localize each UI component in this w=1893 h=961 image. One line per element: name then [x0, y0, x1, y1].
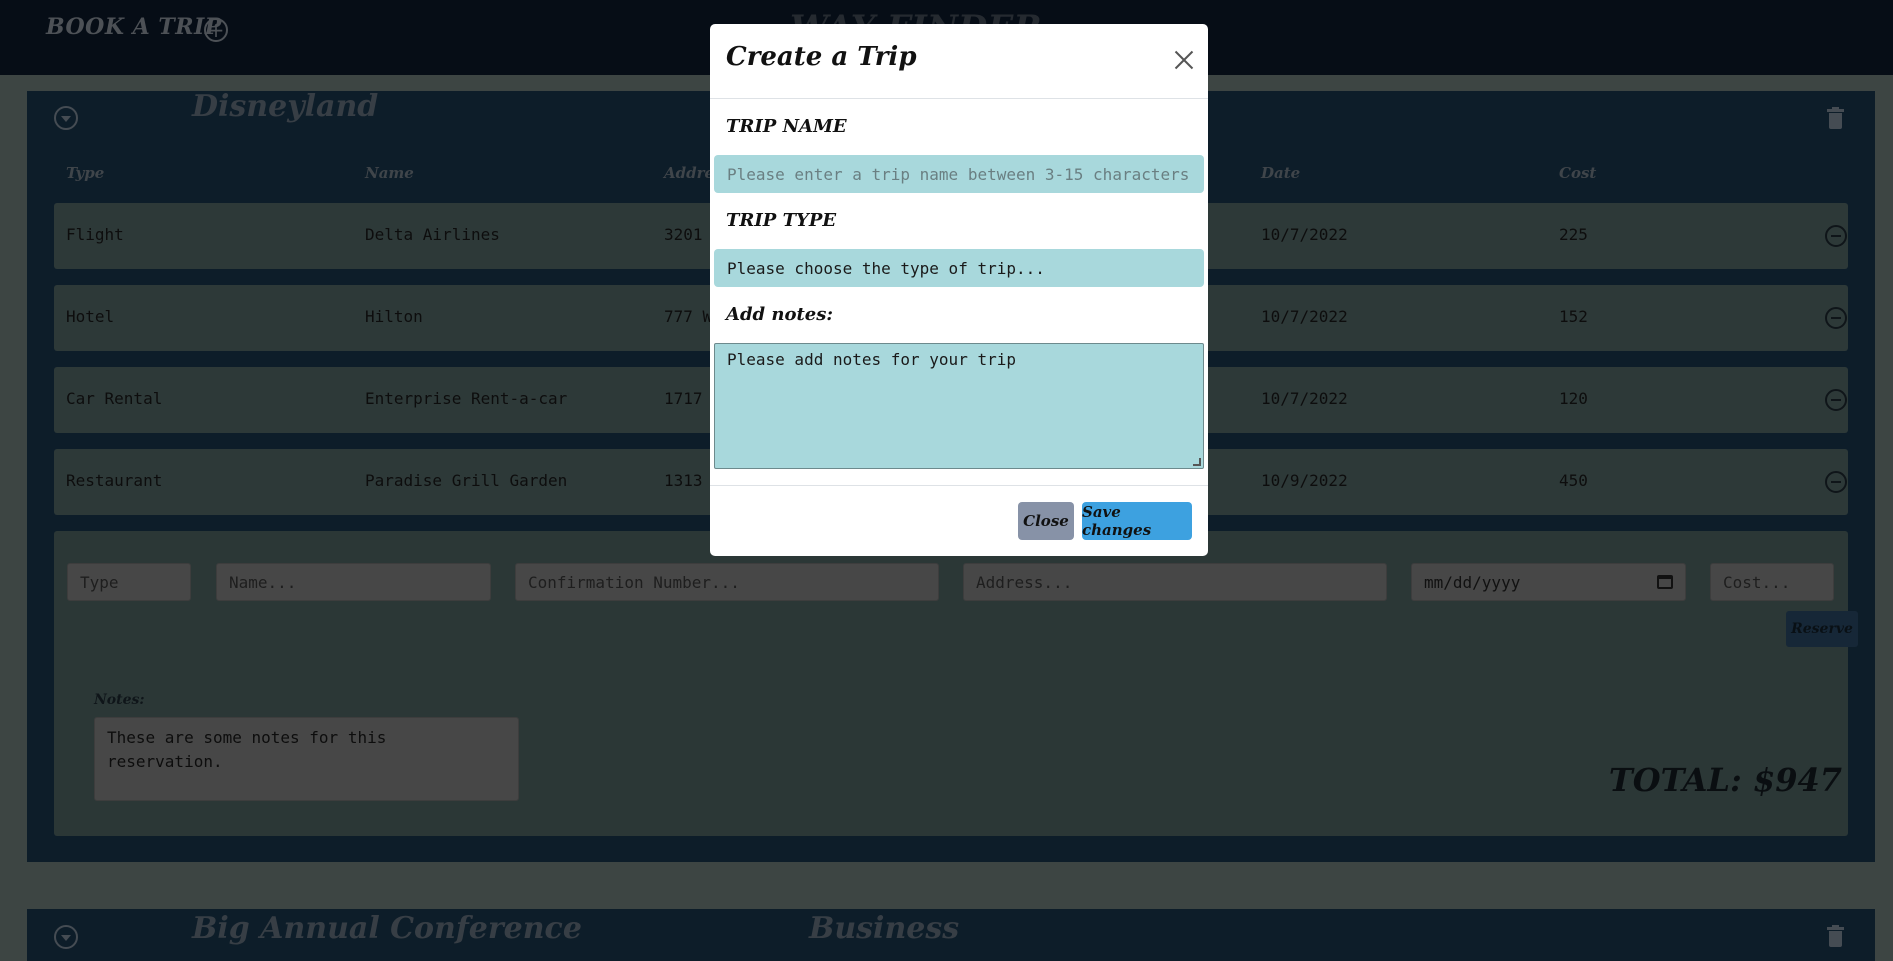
resize-grip-icon[interactable] — [1193, 458, 1201, 466]
modal-header-divider — [710, 98, 1208, 99]
add-notes-label: Add notes: — [726, 304, 834, 325]
trip-type-label: TRIP TYPE — [726, 210, 837, 231]
trip-type-select[interactable]: Please choose the type of trip... — [714, 249, 1204, 287]
create-trip-modal: Create a Trip TRIP NAME Please enter a t… — [710, 24, 1208, 556]
close-icon[interactable] — [1174, 50, 1194, 70]
modal-title: Create a Trip — [726, 42, 917, 72]
trip-notes-text: Please add notes for your trip — [727, 350, 1016, 369]
trip-name-input[interactable]: Please enter a trip name between 3-15 ch… — [714, 155, 1204, 193]
modal-footer-divider — [710, 485, 1208, 486]
trip-name-label: TRIP NAME — [726, 116, 847, 137]
save-changes-button[interactable]: Save changes — [1082, 502, 1192, 540]
trip-notes-textarea[interactable]: Please add notes for your trip — [714, 343, 1204, 469]
close-button[interactable]: Close — [1018, 502, 1074, 540]
